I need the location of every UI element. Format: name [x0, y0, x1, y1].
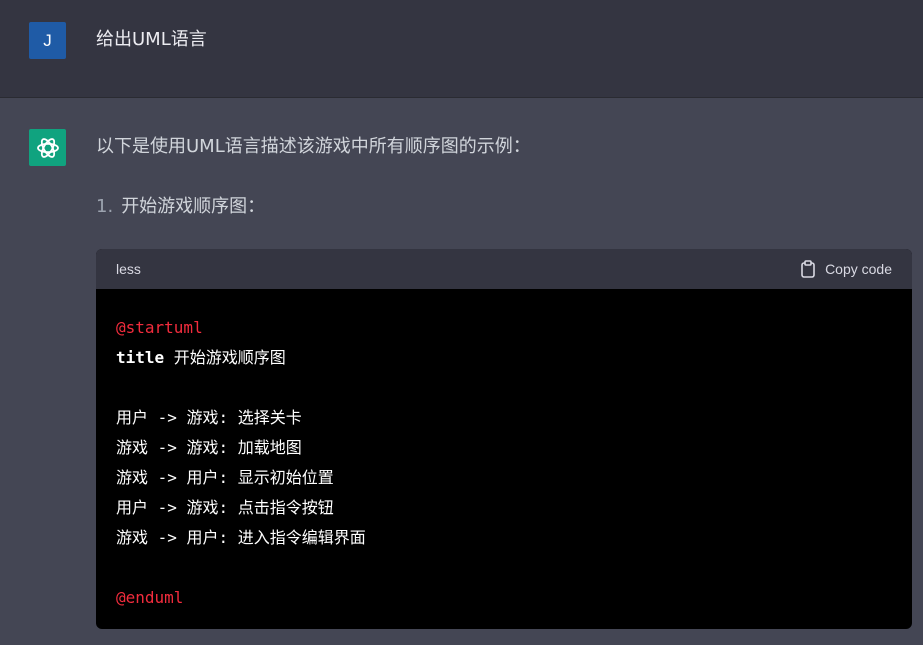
copy-code-button[interactable]: Copy code [800, 260, 892, 278]
assistant-avatar [29, 129, 66, 166]
list-item: 1. 开始游戏顺序图： [96, 194, 265, 220]
code-line: 游戏 -> 游戏: 加载地图 [116, 438, 302, 457]
list-item-number: 1. [96, 196, 114, 217]
code-line: title 开始游戏顺序图 [116, 343, 892, 373]
list-item-text: 开始游戏顺序图： [121, 196, 266, 217]
clipboard-icon [801, 260, 815, 278]
code-line: 用户 -> 游戏: 点击指令按钮 [116, 498, 334, 517]
user-message-text: 给出UML语言 [96, 29, 207, 50]
copy-code-label: Copy code [825, 261, 892, 277]
code-block-header: less Copy code [96, 249, 912, 289]
code-line: @startuml [116, 318, 203, 337]
assistant-intro-text: 以下是使用UML语言描述该游戏中所有顺序图的示例： [96, 136, 531, 157]
user-message-row: J 给出UML语言 [0, 0, 923, 98]
code-language-label: less [116, 261, 141, 277]
user-avatar: J [29, 22, 66, 59]
code-line: 用户 -> 游戏: 选择关卡 [116, 408, 302, 427]
code-keyword: title [116, 348, 165, 367]
openai-logo-icon [36, 137, 59, 158]
code-body: @startuml title 开始游戏顺序图 用户 -> 游戏: 选择关卡 游… [96, 289, 912, 613]
code-line: 游戏 -> 用户: 进入指令编辑界面 [116, 528, 366, 547]
code-line: 游戏 -> 用户: 显示初始位置 [116, 468, 334, 487]
code-block: less Copy code @startuml title 开始游戏顺序图 用… [96, 249, 912, 629]
code-line: @enduml [116, 588, 184, 607]
code-text: 开始游戏顺序图 [164, 348, 286, 367]
